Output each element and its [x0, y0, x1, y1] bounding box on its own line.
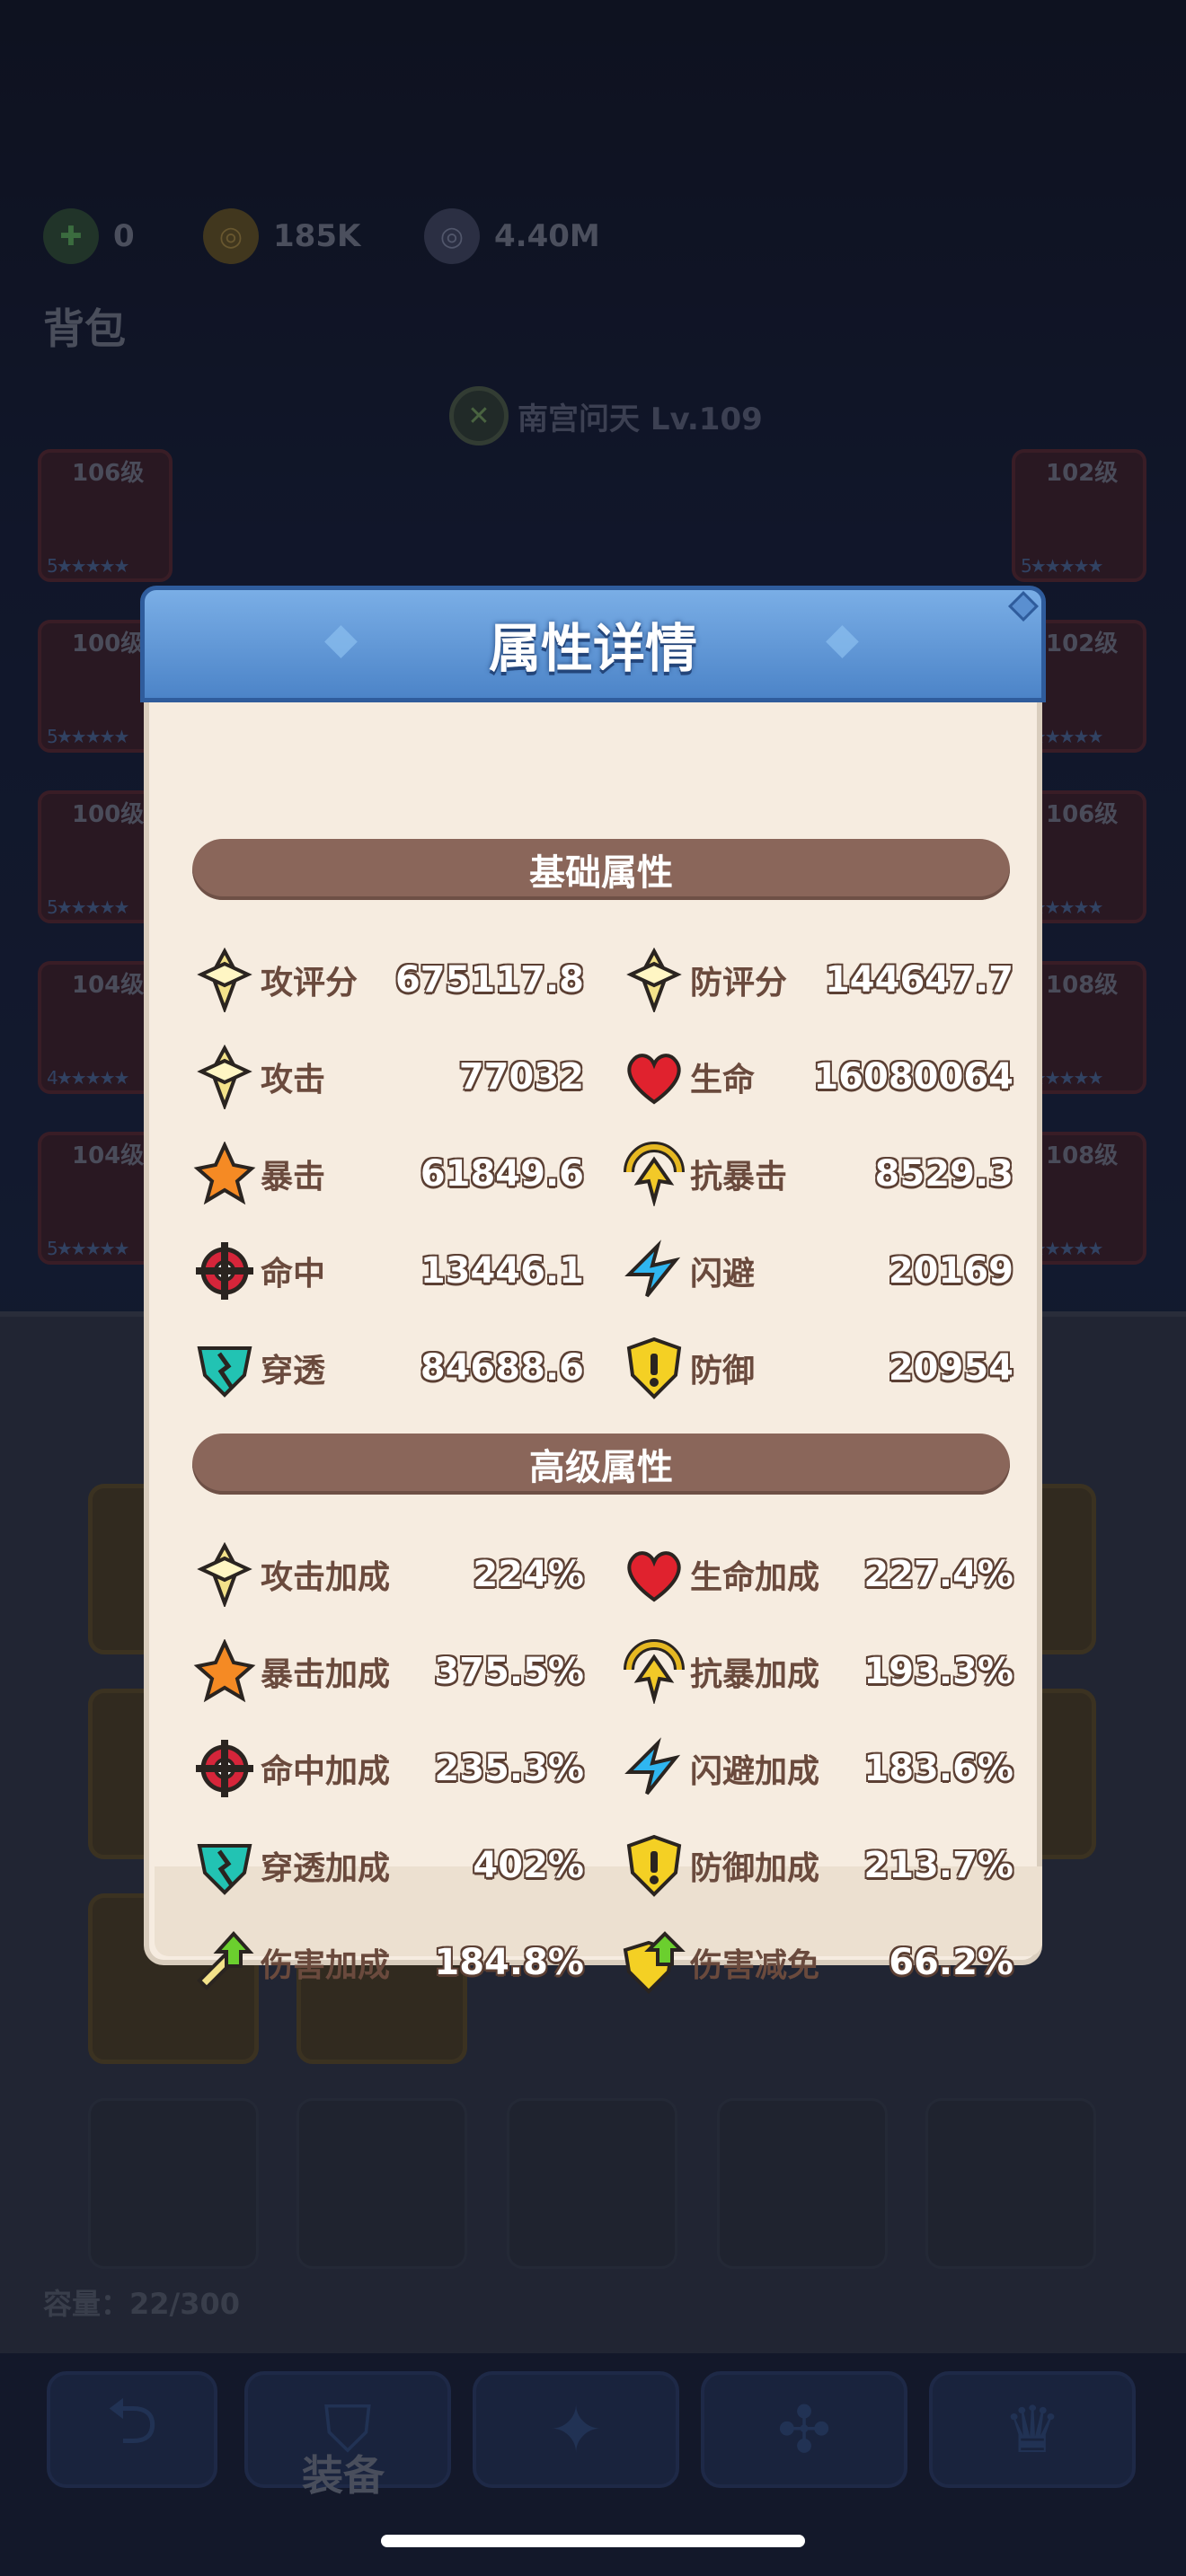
stat-value: 213.7% — [863, 1845, 1013, 1886]
corner-close-icon[interactable] — [1008, 591, 1039, 622]
stat-row: 闪避 20169 — [618, 1232, 1013, 1310]
stat-value: 375.5% — [434, 1651, 584, 1692]
stat-value: 77032 — [458, 1056, 584, 1098]
stat-name: 攻击加成 — [261, 1559, 391, 1596]
stat-row: 防御加成 213.7% — [618, 1827, 1013, 1904]
modal-header: ◆ ◆ 属性详情 — [140, 586, 1046, 702]
penetration-icon — [189, 1830, 261, 1901]
stat-name: 命中加成 — [261, 1753, 391, 1790]
stat-value: 13446.1 — [420, 1250, 584, 1292]
stat-value: 144647.7 — [824, 959, 1013, 1001]
stat-value: 193.3% — [863, 1651, 1013, 1692]
stat-name: 攻评分 — [261, 965, 358, 1001]
stat-name: 生命 — [690, 1062, 756, 1098]
stat-row: 穿透加成 402% — [189, 1827, 584, 1904]
damage-reduction-icon — [618, 1927, 690, 1998]
stat-value: 402% — [473, 1845, 584, 1886]
stat-name: 暴击加成 — [261, 1656, 391, 1693]
heart-icon — [618, 1041, 690, 1113]
stat-name: 防御 — [690, 1353, 756, 1389]
advanced-attributes-header: 高级属性 — [192, 1434, 1010, 1495]
stat-row: 暴击加成 375.5% — [189, 1633, 584, 1710]
stat-name: 命中 — [261, 1256, 326, 1292]
modal-title: 属性详情 — [488, 618, 697, 679]
anti-crit-icon — [618, 1636, 690, 1707]
dodge-icon — [618, 1733, 690, 1804]
stat-name: 闪避加成 — [690, 1753, 820, 1790]
stat-row: 防评分 144647.7 — [618, 941, 1013, 1019]
stat-row: 命中 13446.1 — [189, 1232, 584, 1310]
stat-row: 暴击 61849.6 — [189, 1135, 584, 1213]
stat-row: 防御 20954 — [618, 1329, 1013, 1407]
defense-icon — [618, 1332, 690, 1404]
accuracy-icon — [189, 1235, 261, 1307]
stat-name: 伤害加成 — [261, 1947, 391, 1984]
crit-icon — [189, 1636, 261, 1707]
stat-name: 抗暴加成 — [690, 1656, 820, 1693]
stat-value: 235.3% — [434, 1748, 584, 1789]
anti-crit-icon — [618, 1138, 690, 1210]
stat-row: 攻评分 675117.8 — [189, 941, 584, 1019]
stat-name: 防评分 — [690, 965, 788, 1001]
stat-value: 20169 — [888, 1250, 1013, 1292]
stat-value: 66.2% — [889, 1942, 1013, 1983]
stat-value: 224% — [473, 1554, 584, 1595]
defense-rating-icon — [618, 944, 690, 1016]
stat-row: 攻击 77032 — [189, 1038, 584, 1116]
stat-name: 伤害减免 — [690, 1947, 820, 1984]
attack-icon — [189, 1539, 261, 1610]
stat-name: 防御加成 — [690, 1850, 820, 1887]
stat-row: 抗暴加成 193.3% — [618, 1633, 1013, 1710]
stat-row: 生命 16080064 — [618, 1038, 1013, 1116]
stat-value: 184.8% — [434, 1942, 584, 1983]
accuracy-icon — [189, 1733, 261, 1804]
modal-body: 基础属性 攻评分 675117.8 防评分 144647.7 攻击 77032 生命 1608… — [144, 699, 1042, 1994]
heart-icon — [618, 1539, 690, 1610]
stat-value: 183.6% — [863, 1748, 1013, 1789]
home-indicator[interactable] — [381, 2535, 805, 2547]
stat-row: 生命加成 227.4% — [618, 1536, 1013, 1613]
stat-value: 20954 — [888, 1347, 1013, 1389]
dodge-icon — [618, 1235, 690, 1307]
stat-name: 穿透加成 — [261, 1850, 391, 1887]
stat-row: 抗暴击 8529.3 — [618, 1135, 1013, 1213]
stat-name: 穿透 — [261, 1353, 326, 1389]
damage-bonus-icon — [189, 1927, 261, 1998]
stat-row: 攻击加成 224% — [189, 1536, 584, 1613]
stat-row: 伤害减免 66.2% — [618, 1924, 1013, 2001]
stat-row: 穿透 84688.6 — [189, 1329, 584, 1407]
stat-value: 61849.6 — [420, 1153, 584, 1195]
header-ornament-icon: ◆ — [324, 613, 358, 664]
stat-name: 暴击 — [261, 1159, 326, 1195]
penetration-icon — [189, 1332, 261, 1404]
defense-icon — [618, 1830, 690, 1901]
stat-value: 675117.8 — [394, 959, 584, 1001]
stat-value: 16080064 — [813, 1056, 1013, 1098]
header-ornament-icon: ◆ — [826, 613, 859, 664]
attack-rating-icon — [189, 944, 261, 1016]
stat-value: 227.4% — [863, 1554, 1013, 1595]
stat-row: 命中加成 235.3% — [189, 1730, 584, 1807]
stat-value: 8529.3 — [874, 1153, 1013, 1195]
crit-icon — [189, 1138, 261, 1210]
attack-icon — [189, 1041, 261, 1113]
stat-row: 闪避加成 183.6% — [618, 1730, 1013, 1807]
stat-name: 攻击 — [261, 1062, 326, 1098]
basic-attributes-header: 基础属性 — [192, 839, 1010, 900]
stat-row: 伤害加成 184.8% — [189, 1924, 584, 2001]
stat-name: 闪避 — [690, 1256, 756, 1292]
stat-value: 84688.6 — [420, 1347, 584, 1389]
stat-name: 抗暴击 — [690, 1159, 788, 1195]
attribute-detail-modal: 基础属性 攻评分 675117.8 防评分 144647.7 攻击 77032 生命 1608… — [140, 586, 1046, 1994]
stat-name: 生命加成 — [690, 1559, 820, 1596]
